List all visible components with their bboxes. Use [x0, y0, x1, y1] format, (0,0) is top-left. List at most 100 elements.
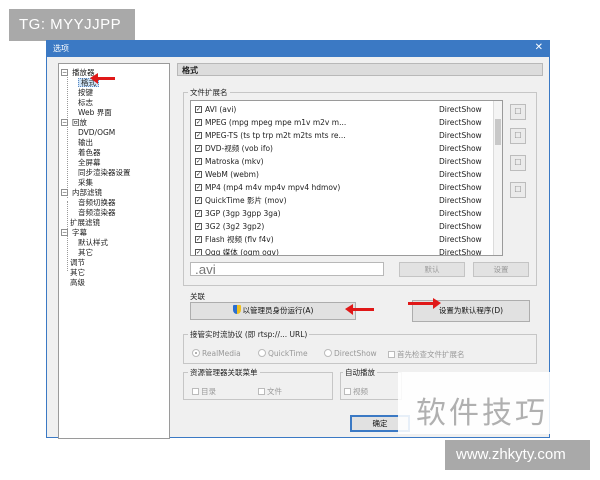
- autoplay-video-checkbox[interactable]: 视频: [344, 386, 368, 397]
- select-all-icon[interactable]: ☐: [510, 104, 526, 120]
- list-item[interactable]: ✓ MP4 (mp4 m4v mp4v mpv4 hdmov) DirectSh…: [195, 181, 495, 194]
- tree-item-label: 音频切换器: [78, 198, 116, 207]
- extension-handler: DirectShow: [439, 209, 482, 218]
- tree-item-label: 采集: [78, 178, 93, 187]
- list-item[interactable]: ✓ MPEG-TS (ts tp trp m2t m2ts mts re... …: [195, 129, 495, 142]
- tree-item-label: 字幕: [72, 228, 87, 237]
- tree-guide-line: [67, 201, 68, 271]
- check-extension-first-checkbox[interactable]: 首先检查文件扩展名: [388, 349, 465, 360]
- context-menu-group-title: 资源管理器关联菜单: [188, 367, 260, 378]
- checkbox-label: 视频: [353, 387, 368, 396]
- extensions-scrollbar[interactable]: [493, 101, 502, 255]
- annotation-arrow: [90, 73, 115, 84]
- select-none-icon[interactable]: ☐: [510, 182, 526, 198]
- tree-item-label: Web 界面: [78, 108, 112, 117]
- tree-item-label: 其它: [78, 248, 93, 257]
- tree-item-label: 扩展滤镜: [70, 218, 100, 227]
- url-watermark: www.zhkyty.com: [445, 440, 590, 470]
- select-audio-icon[interactable]: ☐: [510, 155, 526, 171]
- extension-handler: DirectShow: [439, 183, 482, 192]
- list-item[interactable]: ✓ AVI (avi) DirectShow: [195, 103, 495, 116]
- extension-handler: DirectShow: [439, 170, 482, 179]
- options-tree[interactable]: − 播放器 格式 按键 标志 Web 界面 − 回放 DVD/OGM 输出 着色…: [58, 63, 170, 439]
- select-video-icon[interactable]: ☐: [510, 128, 526, 144]
- list-item[interactable]: ✓ Ogg 媒体 (ogm ogv) DirectShow: [195, 246, 495, 256]
- annotation-arrow: [345, 304, 374, 315]
- checkbox-icon: [258, 388, 265, 395]
- extensions-list[interactable]: ✓ AVI (avi) DirectShow ✓ MPEG (mpg mpeg …: [190, 100, 503, 256]
- tree-item-label: 同步渲染器设置: [78, 168, 131, 177]
- checkbox-checked[interactable]: ✓: [195, 223, 202, 230]
- extension-name: Ogg 媒体 (ogm ogv): [205, 248, 279, 256]
- checkbox-checked[interactable]: ✓: [195, 249, 202, 255]
- checkbox-icon: [344, 388, 351, 395]
- checkbox-checked[interactable]: ✓: [195, 119, 202, 126]
- list-item[interactable]: ✓ WebM (webm) DirectShow: [195, 168, 495, 181]
- checkbox-checked[interactable]: ✓: [195, 184, 202, 191]
- checkbox-label: 文件: [267, 387, 282, 396]
- panel-title: 格式: [182, 66, 198, 75]
- watermark-text: 软件技巧: [416, 396, 548, 431]
- extension-handler: DirectShow: [439, 222, 482, 231]
- checkbox-checked[interactable]: ✓: [195, 236, 202, 243]
- extension-name: AVI (avi): [205, 105, 237, 114]
- checkbox-checked[interactable]: ✓: [195, 197, 202, 204]
- annotation-arrow: [408, 298, 441, 309]
- list-item[interactable]: ✓ MPEG (mpg mpeg mpe m1v m2v m... Direct…: [195, 116, 495, 129]
- collapse-icon[interactable]: −: [61, 189, 68, 196]
- radio-icon: [258, 349, 266, 357]
- checkbox-checked[interactable]: ✓: [195, 145, 202, 152]
- context-file-checkbox[interactable]: 文件: [258, 386, 282, 397]
- list-item[interactable]: ✓ DVD-视频 (vob ifo) DirectShow: [195, 142, 495, 155]
- collapse-icon[interactable]: −: [61, 69, 68, 76]
- site-watermark: 软件技巧: [398, 372, 600, 434]
- checkbox-checked[interactable]: ✓: [195, 132, 202, 139]
- title-bar[interactable]: 选项 ✕: [47, 41, 549, 57]
- radio-directshow[interactable]: DirectShow: [324, 349, 377, 358]
- context-directory-checkbox[interactable]: 目录: [192, 386, 216, 397]
- checkbox-checked[interactable]: ✓: [195, 106, 202, 113]
- run-as-admin-label: 以管理员身份运行(A): [242, 306, 314, 315]
- rtsp-group-title: 接管实时流协议 (即 rtsp://... URL): [188, 329, 310, 340]
- extension-input[interactable]: [190, 262, 384, 276]
- tree-item-label: 全屏幕: [78, 158, 101, 167]
- shield-icon: [232, 305, 241, 314]
- collapse-icon[interactable]: −: [61, 229, 68, 236]
- radio-label: QuickTime: [268, 349, 308, 358]
- list-item[interactable]: ✓ Flash 视频 (flv f4v) DirectShow: [195, 233, 495, 246]
- extension-handler: DirectShow: [439, 105, 482, 114]
- extension-name: Matroska (mkv): [205, 157, 264, 166]
- default-button[interactable]: 默认: [399, 262, 465, 277]
- extension-name: Flash 视频 (flv f4v): [205, 235, 274, 244]
- checkbox-checked[interactable]: ✓: [195, 210, 202, 217]
- radio-realmedia[interactable]: RealMedia: [192, 349, 241, 358]
- tree-item-label: 默认样式: [78, 238, 108, 247]
- radio-quicktime[interactable]: QuickTime: [258, 349, 308, 358]
- checkbox-checked[interactable]: ✓: [195, 171, 202, 178]
- tree-item-label: 音频渲染器: [78, 208, 116, 217]
- list-item[interactable]: ✓ 3G2 (3g2 3gp2) DirectShow: [195, 220, 495, 233]
- list-item[interactable]: ✓ Matroska (mkv) DirectShow: [195, 155, 495, 168]
- collapse-icon[interactable]: −: [61, 119, 68, 126]
- list-item[interactable]: ✓ 3GP (3gp 3gpp 3ga) DirectShow: [195, 207, 495, 220]
- radio-label: DirectShow: [334, 349, 377, 358]
- scrollbar-thumb[interactable]: [495, 119, 501, 145]
- tree-item-label: 标志: [78, 98, 93, 107]
- tree-item-label: 按键: [78, 88, 93, 97]
- radio-label: RealMedia: [202, 349, 241, 358]
- radio-icon: [324, 349, 332, 357]
- extension-handler: DirectShow: [439, 248, 482, 256]
- extension-handler: DirectShow: [439, 157, 482, 166]
- close-icon[interactable]: ✕: [535, 42, 543, 54]
- run-as-admin-button[interactable]: 以管理员身份运行(A): [190, 302, 356, 320]
- tree-item-label: 输出: [78, 138, 93, 147]
- checkbox-checked[interactable]: ✓: [195, 158, 202, 165]
- extension-handler: DirectShow: [439, 144, 482, 153]
- extension-name: MP4 (mp4 m4v mp4v mpv4 hdmov): [205, 183, 341, 192]
- settings-button[interactable]: 设置: [473, 262, 529, 277]
- extension-name: MPEG (mpg mpeg mpe m1v m2v m...: [205, 118, 347, 127]
- tree-item-label: 其它: [70, 268, 85, 277]
- extension-name: 3GP (3gp 3gpp 3ga): [205, 209, 281, 218]
- list-item[interactable]: ✓ QuickTime 影片 (mov) DirectShow: [195, 194, 495, 207]
- watermark-url-text: www.zhkyty.com: [456, 446, 566, 463]
